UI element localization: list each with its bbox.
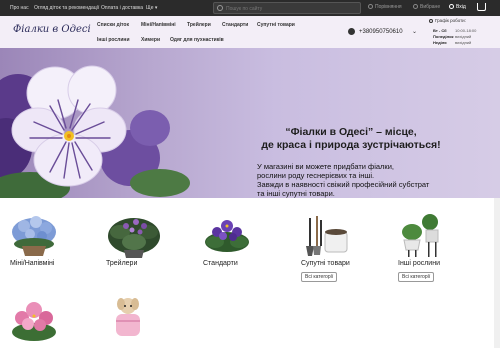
top-bar: Про нас Огляд діток та рекомендації Опла… — [0, 0, 500, 16]
nav-item-pet-clothes[interactable]: Одяг для пухнастиків — [170, 37, 224, 43]
nav-item-mini[interactable]: Міні/Напівміні — [141, 22, 176, 28]
category-label[interactable]: Трейлери — [106, 260, 137, 267]
compare-icon — [368, 4, 373, 9]
phone-number[interactable]: +380950750610 — [359, 29, 403, 35]
clock-icon — [429, 19, 433, 23]
nav-item-accessories[interactable]: Супутні товари — [257, 22, 295, 28]
category-label[interactable]: Супутні товари — [301, 260, 350, 267]
standard-violet-icon — [205, 220, 249, 252]
favorites-link[interactable]: Вибране — [413, 4, 440, 10]
cart-icon[interactable] — [477, 3, 486, 11]
compare-link[interactable]: Порівняння — [368, 4, 402, 10]
all-categories-button[interactable]: Всі категорії — [301, 272, 338, 282]
search-box[interactable] — [213, 2, 361, 14]
hero-description: У магазині ви можете придбати фіалки, ро… — [257, 162, 430, 198]
topbar-link-reviews[interactable]: Огляд діток та рекомендації — [34, 5, 99, 11]
topbar-link-more[interactable]: Ще ▾ — [146, 5, 157, 11]
login-link[interactable]: Вхід — [449, 4, 466, 10]
nav-item-children-lists[interactable]: Списки діток — [97, 22, 129, 28]
hero-banner: “Фіалки в Одесі” – місце, де краса і при… — [0, 48, 500, 198]
pink-violet-icon — [12, 302, 56, 341]
search-input[interactable] — [226, 4, 356, 13]
site-logo[interactable]: Фіалки в Одесі — [13, 24, 91, 35]
search-icon — [217, 5, 223, 11]
nav-item-chimeras[interactable]: Химери — [141, 37, 160, 43]
phone-icon — [348, 28, 355, 35]
trailer-plant-icon — [108, 218, 160, 258]
hero-title: “Фіалки в Одесі” – місце, де краса і при… — [261, 126, 441, 151]
chevron-down-icon[interactable]: ⌄ — [412, 28, 417, 35]
house-plants-icon — [402, 214, 439, 257]
dog-clothes-icon — [116, 298, 140, 336]
scrollbar[interactable] — [494, 198, 500, 348]
schedule-row: Понеділоквихідний — [433, 34, 472, 39]
category-label[interactable]: Інші рослини — [398, 260, 440, 267]
topbar-link-payment[interactable]: Оплата і доставка — [101, 5, 143, 11]
schedule-row: Неділя вихідний — [433, 40, 472, 45]
category-label[interactable]: Міні/Напівміні — [10, 260, 54, 267]
user-icon — [449, 4, 454, 9]
all-categories-button[interactable]: Всі категорії — [398, 272, 435, 282]
nav-item-other-plants[interactable]: Інші рослини — [97, 37, 130, 43]
heart-icon — [413, 4, 418, 9]
garden-tools-icon — [306, 216, 348, 256]
nav-item-trailers[interactable]: Трейлери — [187, 22, 211, 28]
schedule-row: Вт - Сб 10:00-18:00 — [433, 28, 477, 33]
schedule-title: Графік роботи: — [429, 18, 466, 23]
nav-item-standards[interactable]: Стандарти — [222, 22, 248, 28]
violet-pot-icon — [12, 216, 56, 256]
category-label[interactable]: Стандарти — [203, 260, 238, 267]
topbar-link-about[interactable]: Про нас — [10, 5, 29, 11]
